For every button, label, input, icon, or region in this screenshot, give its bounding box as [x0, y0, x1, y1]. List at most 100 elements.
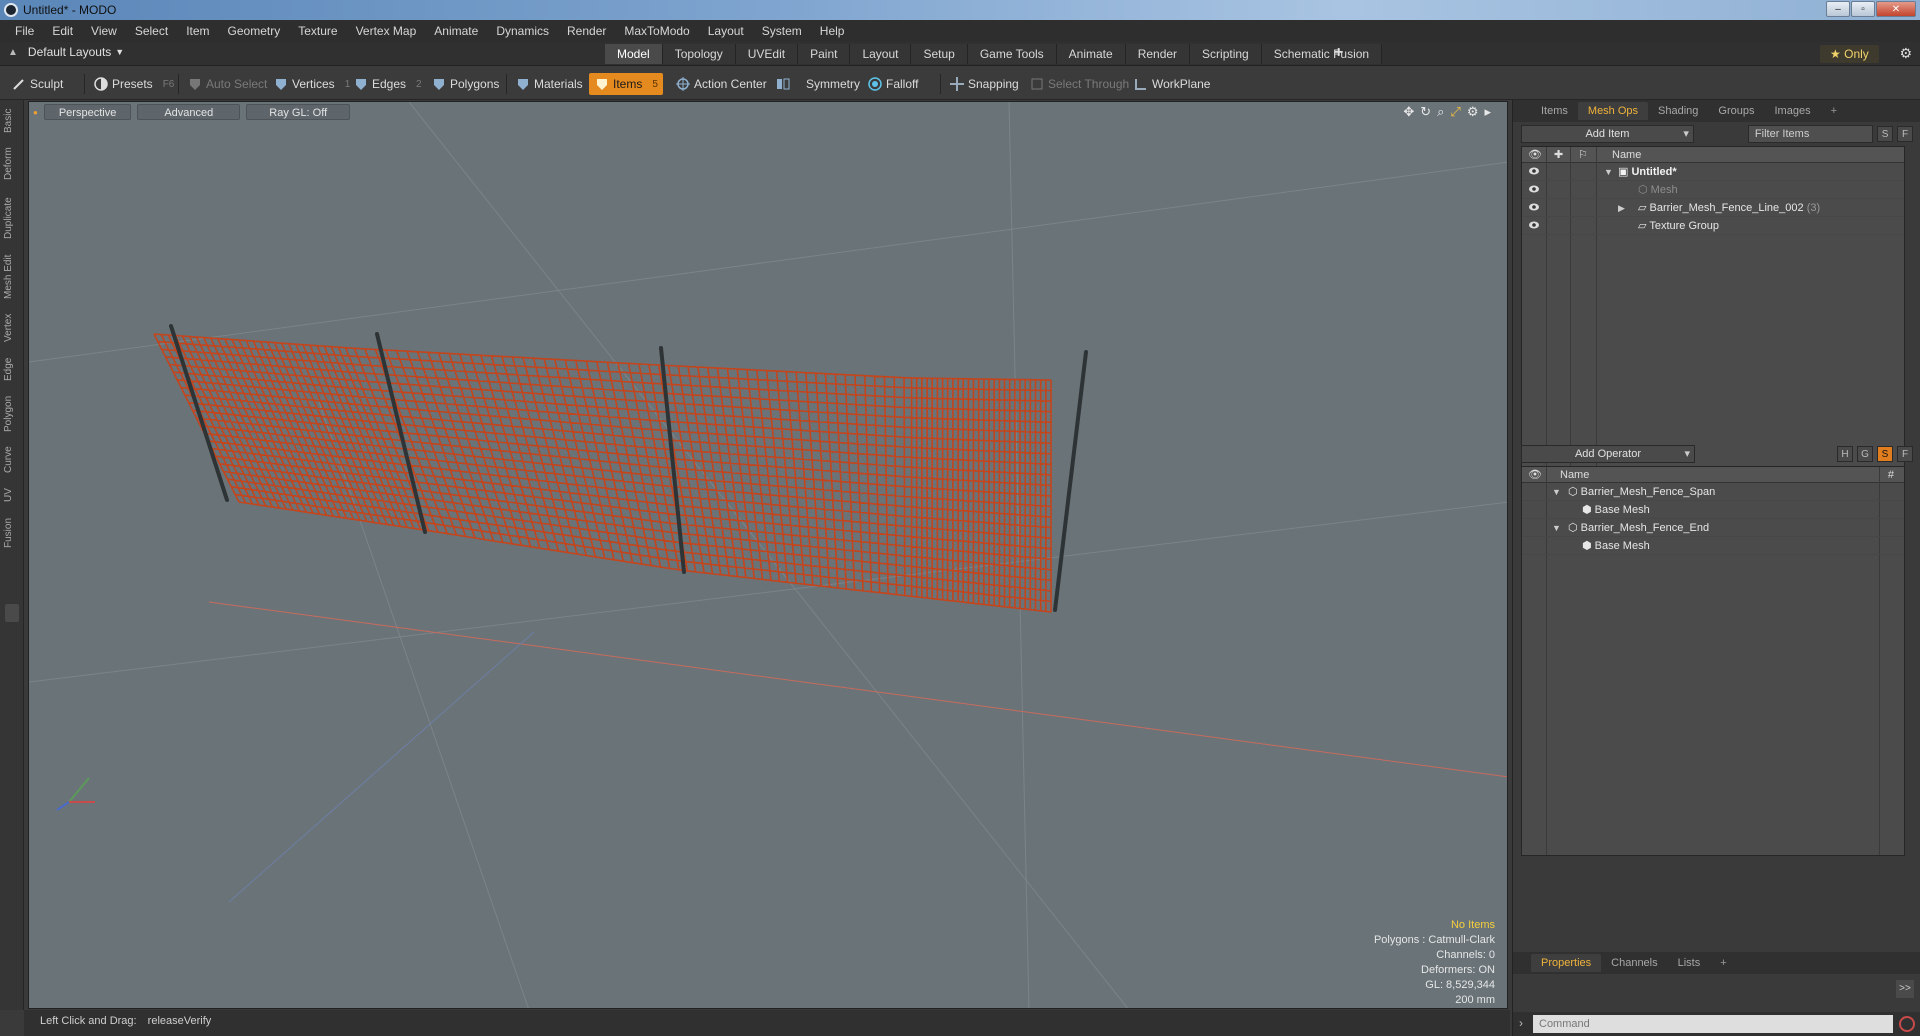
add-tab-button[interactable]: +	[1710, 954, 1736, 972]
properties-expand-button[interactable]: >>	[1896, 980, 1914, 998]
menu-system[interactable]: System	[753, 20, 811, 42]
meshop-row-base-mesh-1[interactable]: ⬢ Base Mesh	[1522, 501, 1904, 519]
menu-texture[interactable]: Texture	[289, 20, 346, 42]
symmetry-button[interactable]: Symmetry	[770, 73, 866, 95]
maximize-button[interactable]: ▫	[1851, 1, 1875, 17]
menu-file[interactable]: File	[6, 20, 43, 42]
tab-layout[interactable]: Layout	[850, 44, 912, 64]
shading-mode-button[interactable]: Advanced	[137, 104, 241, 120]
collapse-triangle-icon[interactable]: ▼	[1552, 483, 1561, 501]
eye-icon[interactable]	[1528, 184, 1540, 194]
vtab-fusion[interactable]: Fusion	[3, 514, 21, 552]
presets-button[interactable]: Presets F6	[88, 73, 180, 95]
raygl-button[interactable]: Ray GL: Off	[246, 104, 351, 120]
add-tab-button[interactable]: +	[1821, 102, 1847, 120]
tab-channels[interactable]: Channels	[1601, 954, 1667, 972]
3d-viewport[interactable]: ● Perspective Advanced Ray GL: Off ✥ ↻ ⌕…	[28, 101, 1508, 1009]
eye-icon[interactable]	[1528, 166, 1540, 176]
tab-items[interactable]: Items	[1531, 102, 1578, 120]
minimize-button[interactable]: –	[1826, 1, 1850, 17]
filter-items-input[interactable]: Filter Items	[1747, 125, 1874, 143]
name-column-header[interactable]: Name	[1612, 147, 1641, 163]
fit-icon[interactable]: ⤢	[1450, 104, 1460, 120]
gear-icon[interactable]: ⚙	[1899, 45, 1912, 62]
vtab-duplicate[interactable]: Duplicate	[3, 192, 21, 244]
menu-help[interactable]: Help	[811, 20, 854, 42]
edges-button[interactable]: Edges 2	[348, 73, 428, 95]
tab-game-tools[interactable]: Game Tools	[967, 44, 1057, 64]
command-input[interactable]: Command	[1533, 1015, 1893, 1033]
rotate-icon[interactable]: ↻	[1420, 104, 1431, 120]
workplane-button[interactable]: WorkPlane	[1128, 73, 1216, 95]
tab-mesh-ops[interactable]: Mesh Ops	[1577, 102, 1649, 120]
materials-button[interactable]: Materials	[510, 73, 589, 95]
tree-row-scene[interactable]: ▼ ▣ Untitled*	[1522, 163, 1904, 181]
collapse-triangle-icon[interactable]: ▼	[1552, 519, 1561, 537]
zoom-icon[interactable]: ⌕	[1437, 104, 1444, 120]
tab-setup[interactable]: Setup	[911, 44, 968, 64]
pan-icon[interactable]: ✥	[1403, 104, 1414, 120]
meshops-f-button[interactable]: F	[1897, 446, 1913, 462]
vtab-vertex[interactable]: Vertex	[3, 310, 21, 346]
add-operator-button[interactable]: Add Operator ▾	[1521, 445, 1695, 463]
meshops-g-button[interactable]: G	[1857, 446, 1873, 462]
view-type-button[interactable]: Perspective	[43, 104, 132, 120]
items-s-button[interactable]: S	[1877, 126, 1894, 142]
add-layout-tab-button[interactable]: +	[1334, 44, 1343, 62]
menu-animate[interactable]: Animate	[425, 20, 487, 42]
tab-shading[interactable]: Shading	[1648, 102, 1708, 120]
menu-geometry[interactable]: Geometry	[219, 20, 290, 42]
select-through-button[interactable]: Select Through	[1024, 73, 1135, 95]
meshops-s-button[interactable]: S	[1877, 446, 1893, 462]
eye-icon[interactable]	[1528, 202, 1540, 212]
tree-row-mesh[interactable]: ⬡ Mesh	[1522, 181, 1904, 199]
meshops-h-button[interactable]: H	[1837, 446, 1853, 462]
scene-canvas[interactable]	[29, 102, 1508, 1009]
vtab-edge[interactable]: Edge	[3, 354, 21, 384]
menu-view[interactable]: View	[82, 20, 126, 42]
menu-edit[interactable]: Edit	[43, 20, 82, 42]
vtab-uv[interactable]: UV	[3, 484, 21, 506]
layout-selector[interactable]: ▲ Default Layouts ▼	[8, 45, 124, 59]
eye-icon[interactable]	[1528, 220, 1540, 230]
tab-images[interactable]: Images	[1765, 102, 1821, 120]
meshop-row-base-mesh-2[interactable]: ⬢ Base Mesh	[1522, 537, 1904, 555]
tab-groups[interactable]: Groups	[1708, 102, 1764, 120]
command-history-icon[interactable]	[1899, 1016, 1915, 1032]
tab-uvedit[interactable]: UVEdit	[735, 44, 799, 64]
vtab-deform[interactable]: Deform	[3, 144, 21, 184]
items-button[interactable]: Items 5	[589, 73, 663, 95]
meshop-row-fence-end[interactable]: ▼ ⬡ Barrier_Mesh_Fence_End	[1522, 519, 1904, 537]
viewport-menu-icon[interactable]: ●	[33, 108, 38, 117]
vtab-curve[interactable]: Curve	[3, 444, 21, 476]
collapse-triangle-icon[interactable]: ▼	[1604, 163, 1613, 181]
expand-triangle-icon[interactable]: ▶	[1618, 199, 1625, 217]
snapping-button[interactable]: Snapping	[944, 73, 1025, 95]
vtab-polygon[interactable]: Polygon	[3, 392, 21, 436]
viewport-expand-icon[interactable]: ▸	[1484, 104, 1491, 120]
close-button[interactable]: ✕	[1876, 1, 1916, 17]
menu-item[interactable]: Item	[177, 20, 218, 42]
polygons-button[interactable]: Polygons	[426, 73, 505, 95]
menu-dynamics[interactable]: Dynamics	[487, 20, 558, 42]
tab-animate[interactable]: Animate	[1056, 44, 1126, 64]
meshop-row-fence-span[interactable]: ▼ ⬡ Barrier_Mesh_Fence_Span	[1522, 483, 1904, 501]
tab-scripting[interactable]: Scripting	[1190, 44, 1262, 64]
meshops-name-header[interactable]: Name	[1560, 467, 1589, 483]
tree-row-texture-group[interactable]: ▱ Texture Group	[1522, 217, 1904, 235]
tab-properties[interactable]: Properties	[1531, 954, 1602, 972]
tab-render[interactable]: Render	[1125, 44, 1191, 64]
menu-maxtomodo[interactable]: MaxToModo	[615, 20, 698, 42]
menu-render[interactable]: Render	[558, 20, 615, 42]
viewport-gear-icon[interactable]: ⚙	[1467, 104, 1479, 120]
falloff-button[interactable]: Falloff	[862, 73, 924, 95]
items-f-button[interactable]: F	[1897, 126, 1913, 142]
add-item-button[interactable]: Add Item ▾	[1521, 125, 1694, 143]
tab-model[interactable]: Model	[605, 44, 663, 64]
tab-topology[interactable]: Topology	[662, 44, 736, 64]
vtab-basic[interactable]: Basic	[3, 106, 21, 136]
fence-mesh[interactable]	[153, 333, 1052, 613]
sculpt-button[interactable]: Sculpt	[6, 73, 69, 95]
only-toggle[interactable]: ★ Only	[1820, 45, 1879, 63]
action-center-button[interactable]: Action Center	[670, 73, 773, 95]
